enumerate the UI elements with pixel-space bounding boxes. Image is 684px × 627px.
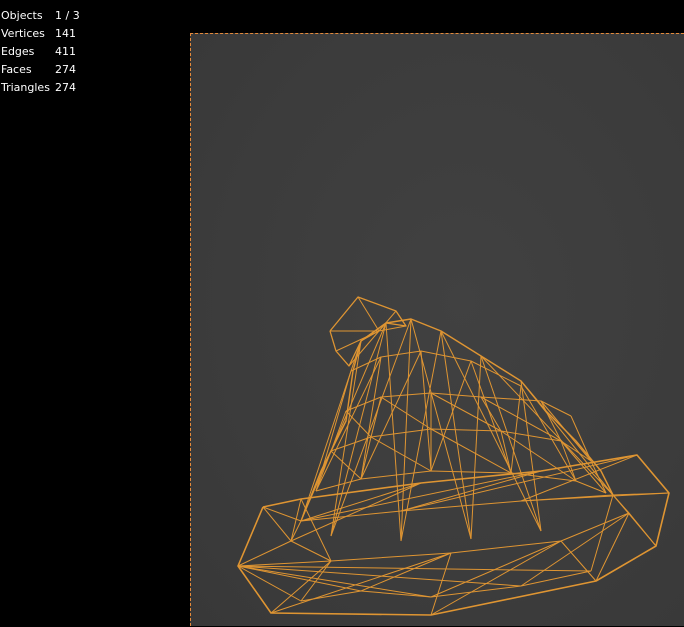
3d-viewport[interactable]	[190, 33, 684, 626]
wireframe-mesh[interactable]	[1, 1, 684, 627]
